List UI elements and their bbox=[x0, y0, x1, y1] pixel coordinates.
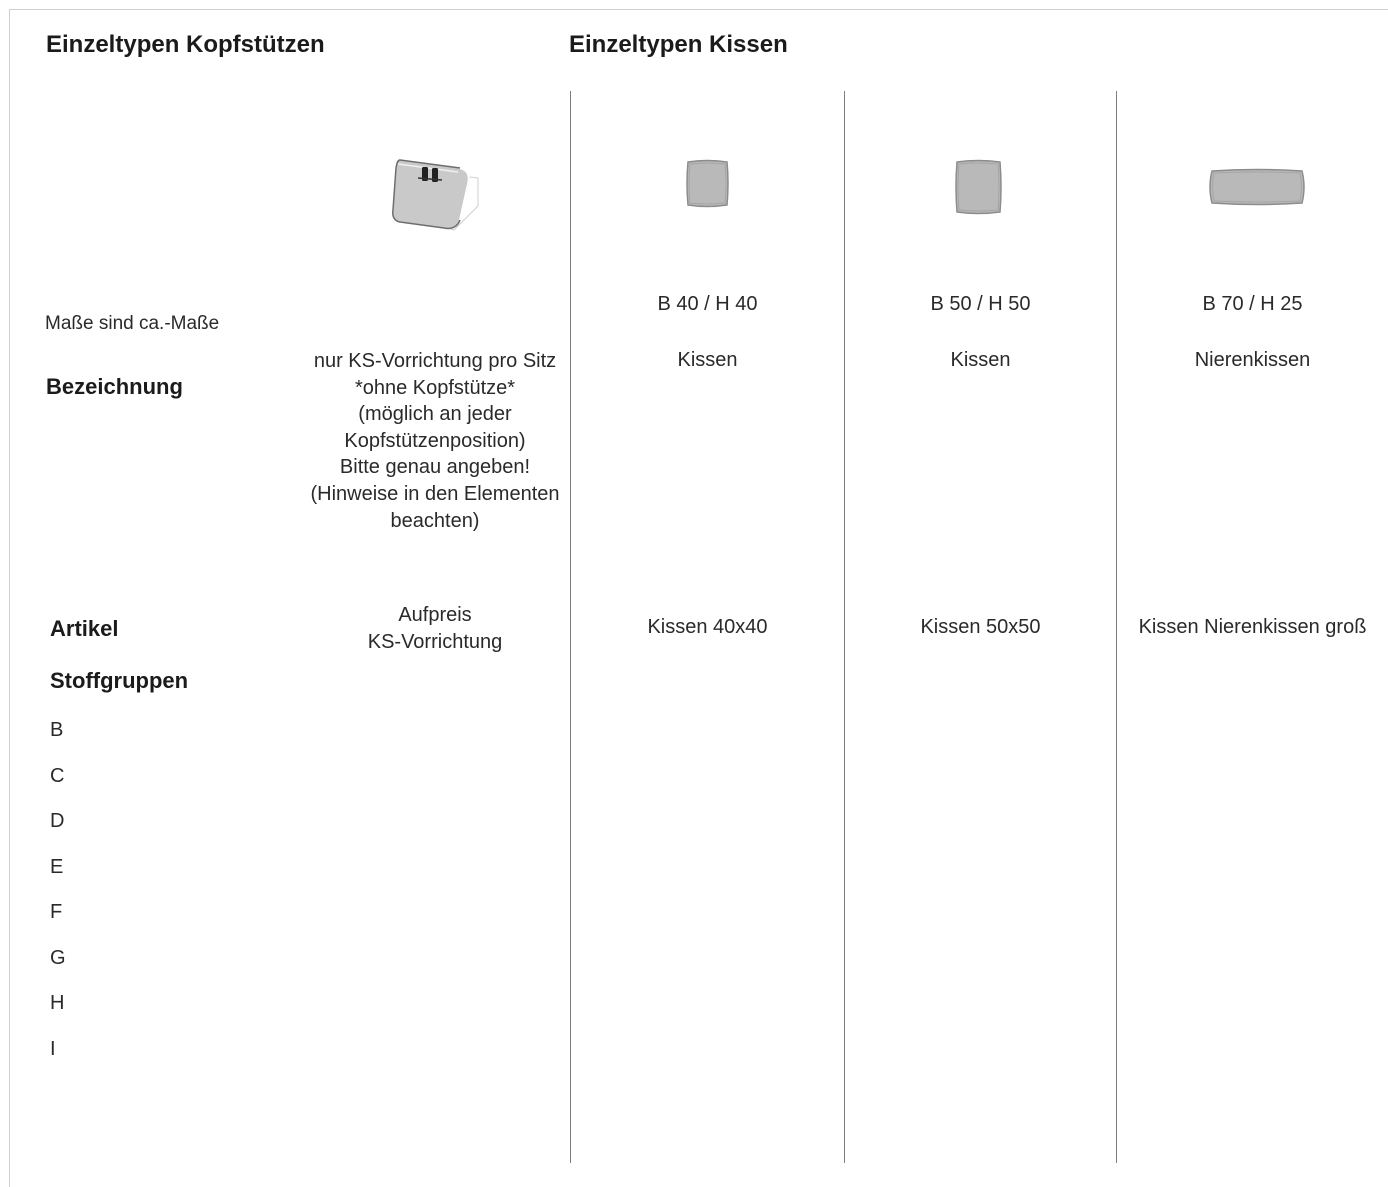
cushion-section-title: Einzeltypen Kissen bbox=[569, 31, 788, 58]
page-border-left bbox=[9, 9, 10, 1187]
article-line: Aufpreis bbox=[398, 604, 472, 626]
article-label: Artikel bbox=[50, 616, 119, 641]
description-line: Bitte genau angeben! bbox=[339, 456, 531, 479]
description-line: Kopfstützenposition) bbox=[344, 429, 526, 452]
description-line: (Hinweise in den Elementen bbox=[310, 482, 560, 505]
headrest-section-title: Einzeltypen Kopfstützen bbox=[46, 31, 325, 58]
fabric-group-item: C bbox=[50, 764, 65, 787]
headrest-mount-image bbox=[392, 159, 479, 231]
cushion-3-dimensions: B 70 / H 25 bbox=[1202, 293, 1303, 315]
cushion-2-name: Kissen bbox=[950, 349, 1011, 371]
cushion-50x50-image bbox=[955, 159, 1002, 215]
cushion-1-dimensions: B 40 / H 40 bbox=[657, 293, 758, 315]
fabric-group-item: G bbox=[50, 946, 66, 969]
dimensions-note: Maße sind ca.-Maße bbox=[45, 313, 220, 334]
cushion-3-article: Kissen Nierenkissen groß bbox=[1138, 616, 1367, 638]
fabric-groups-label: Stoffgruppen bbox=[50, 668, 189, 693]
fabric-group-item: D bbox=[50, 810, 65, 832]
designation-label: Bezeichnung bbox=[46, 374, 183, 399]
cushion-2-dimensions: B 50 / H 50 bbox=[930, 293, 1031, 315]
fabric-group-item: H bbox=[50, 992, 65, 1014]
kidney-cushion-image bbox=[1209, 168, 1305, 206]
headrest-article: Aufpreis KS-Vorrichtung bbox=[300, 602, 570, 655]
fabric-group-item: E bbox=[50, 855, 64, 878]
cushion-1-name: Kissen bbox=[677, 349, 738, 371]
cushion-1-article: Kissen 40x40 bbox=[647, 616, 768, 638]
article-line: KS-Vorrichtung bbox=[367, 630, 503, 653]
fabric-group-item: I bbox=[50, 1037, 56, 1060]
fabric-group-item: B bbox=[50, 719, 64, 741]
cushion-3-name: Nierenkissen bbox=[1194, 349, 1311, 371]
cushion-2-article: Kissen 50x50 bbox=[920, 616, 1041, 638]
description-line: *ohne Kopfstütze* bbox=[354, 376, 516, 399]
headrest-description: nur KS-Vorrichtung pro Sitz *ohne Kopfst… bbox=[300, 348, 570, 534]
description-line: beachten) bbox=[390, 509, 480, 532]
fabric-group-item: F bbox=[50, 901, 63, 923]
description-line: (möglich an jeder bbox=[358, 403, 512, 426]
cushion-40x40-image bbox=[686, 159, 729, 208]
description-line: nur KS-Vorrichtung pro Sitz bbox=[313, 350, 557, 372]
page-border-top bbox=[9, 9, 1388, 10]
